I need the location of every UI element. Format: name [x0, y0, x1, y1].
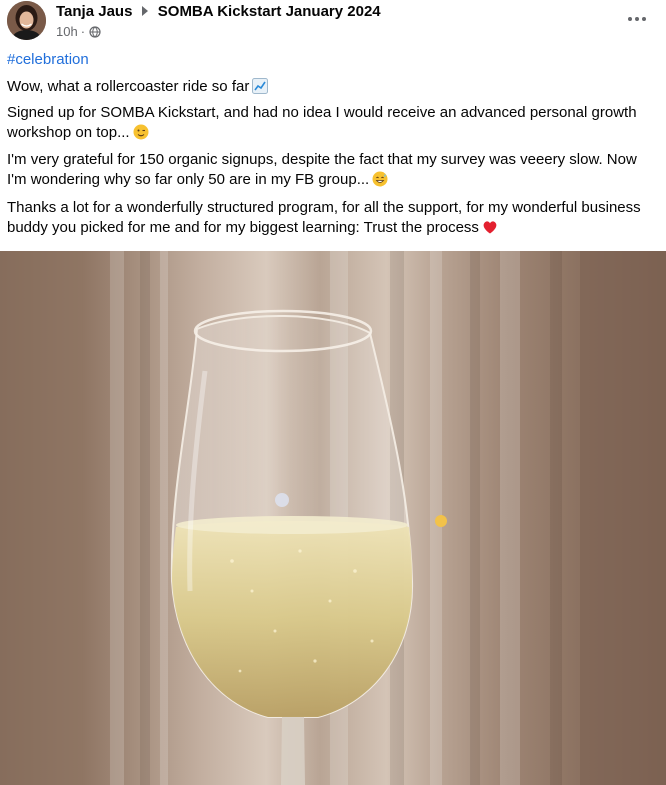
paragraph-2-text: Signed up for SOMBA Kickstart, and had n… — [7, 104, 637, 141]
more-options-button[interactable] — [621, 6, 653, 32]
paragraph-4: Thanks a lot for a wonderfully structure… — [7, 198, 657, 238]
author-avatar[interactable] — [7, 1, 46, 40]
post-body: #celebration Wow, what a rollercoaster r… — [7, 50, 657, 236]
grinning-sweat-emoji — [372, 171, 388, 187]
post-header: Tanja Jaus SOMBA Kickstart January 2024 … — [0, 0, 666, 50]
globe-icon[interactable] — [89, 25, 101, 38]
more-options-icon — [628, 17, 646, 21]
post-timestamp[interactable]: 10h — [56, 24, 78, 39]
group-name[interactable]: SOMBA Kickstart January 2024 — [158, 3, 381, 20]
paragraph-2: Signed up for SOMBA Kickstart, and had n… — [7, 103, 657, 143]
paragraph-1-text: Wow, what a rollercoaster ride so far — [7, 78, 250, 95]
hashtag-link[interactable]: #celebration — [7, 50, 89, 70]
caret-right-icon — [141, 6, 148, 16]
paragraph-4-text: Thanks a lot for a wonderfully structure… — [7, 199, 641, 236]
paragraph-3: I'm very grateful for 150 organic signup… — [7, 150, 657, 190]
paragraph-3-text: I'm very grateful for 150 organic signup… — [7, 151, 637, 188]
chart-increasing-emoji — [252, 78, 269, 94]
winking-face-emoji — [133, 124, 149, 140]
post-meta: 10h · — [56, 24, 101, 39]
author-name[interactable]: Tanja Jaus — [56, 3, 132, 20]
meta-separator: · — [80, 24, 86, 39]
feed-post: Tanja Jaus SOMBA Kickstart January 2024 … — [0, 0, 666, 785]
champagne-glass-image — [0, 251, 666, 785]
author-line: Tanja Jaus SOMBA Kickstart January 2024 — [56, 3, 381, 20]
post-photo[interactable] — [0, 251, 666, 785]
red-heart-emoji — [483, 221, 497, 234]
paragraph-1: Wow, what a rollercoaster ride so far — [7, 77, 269, 97]
